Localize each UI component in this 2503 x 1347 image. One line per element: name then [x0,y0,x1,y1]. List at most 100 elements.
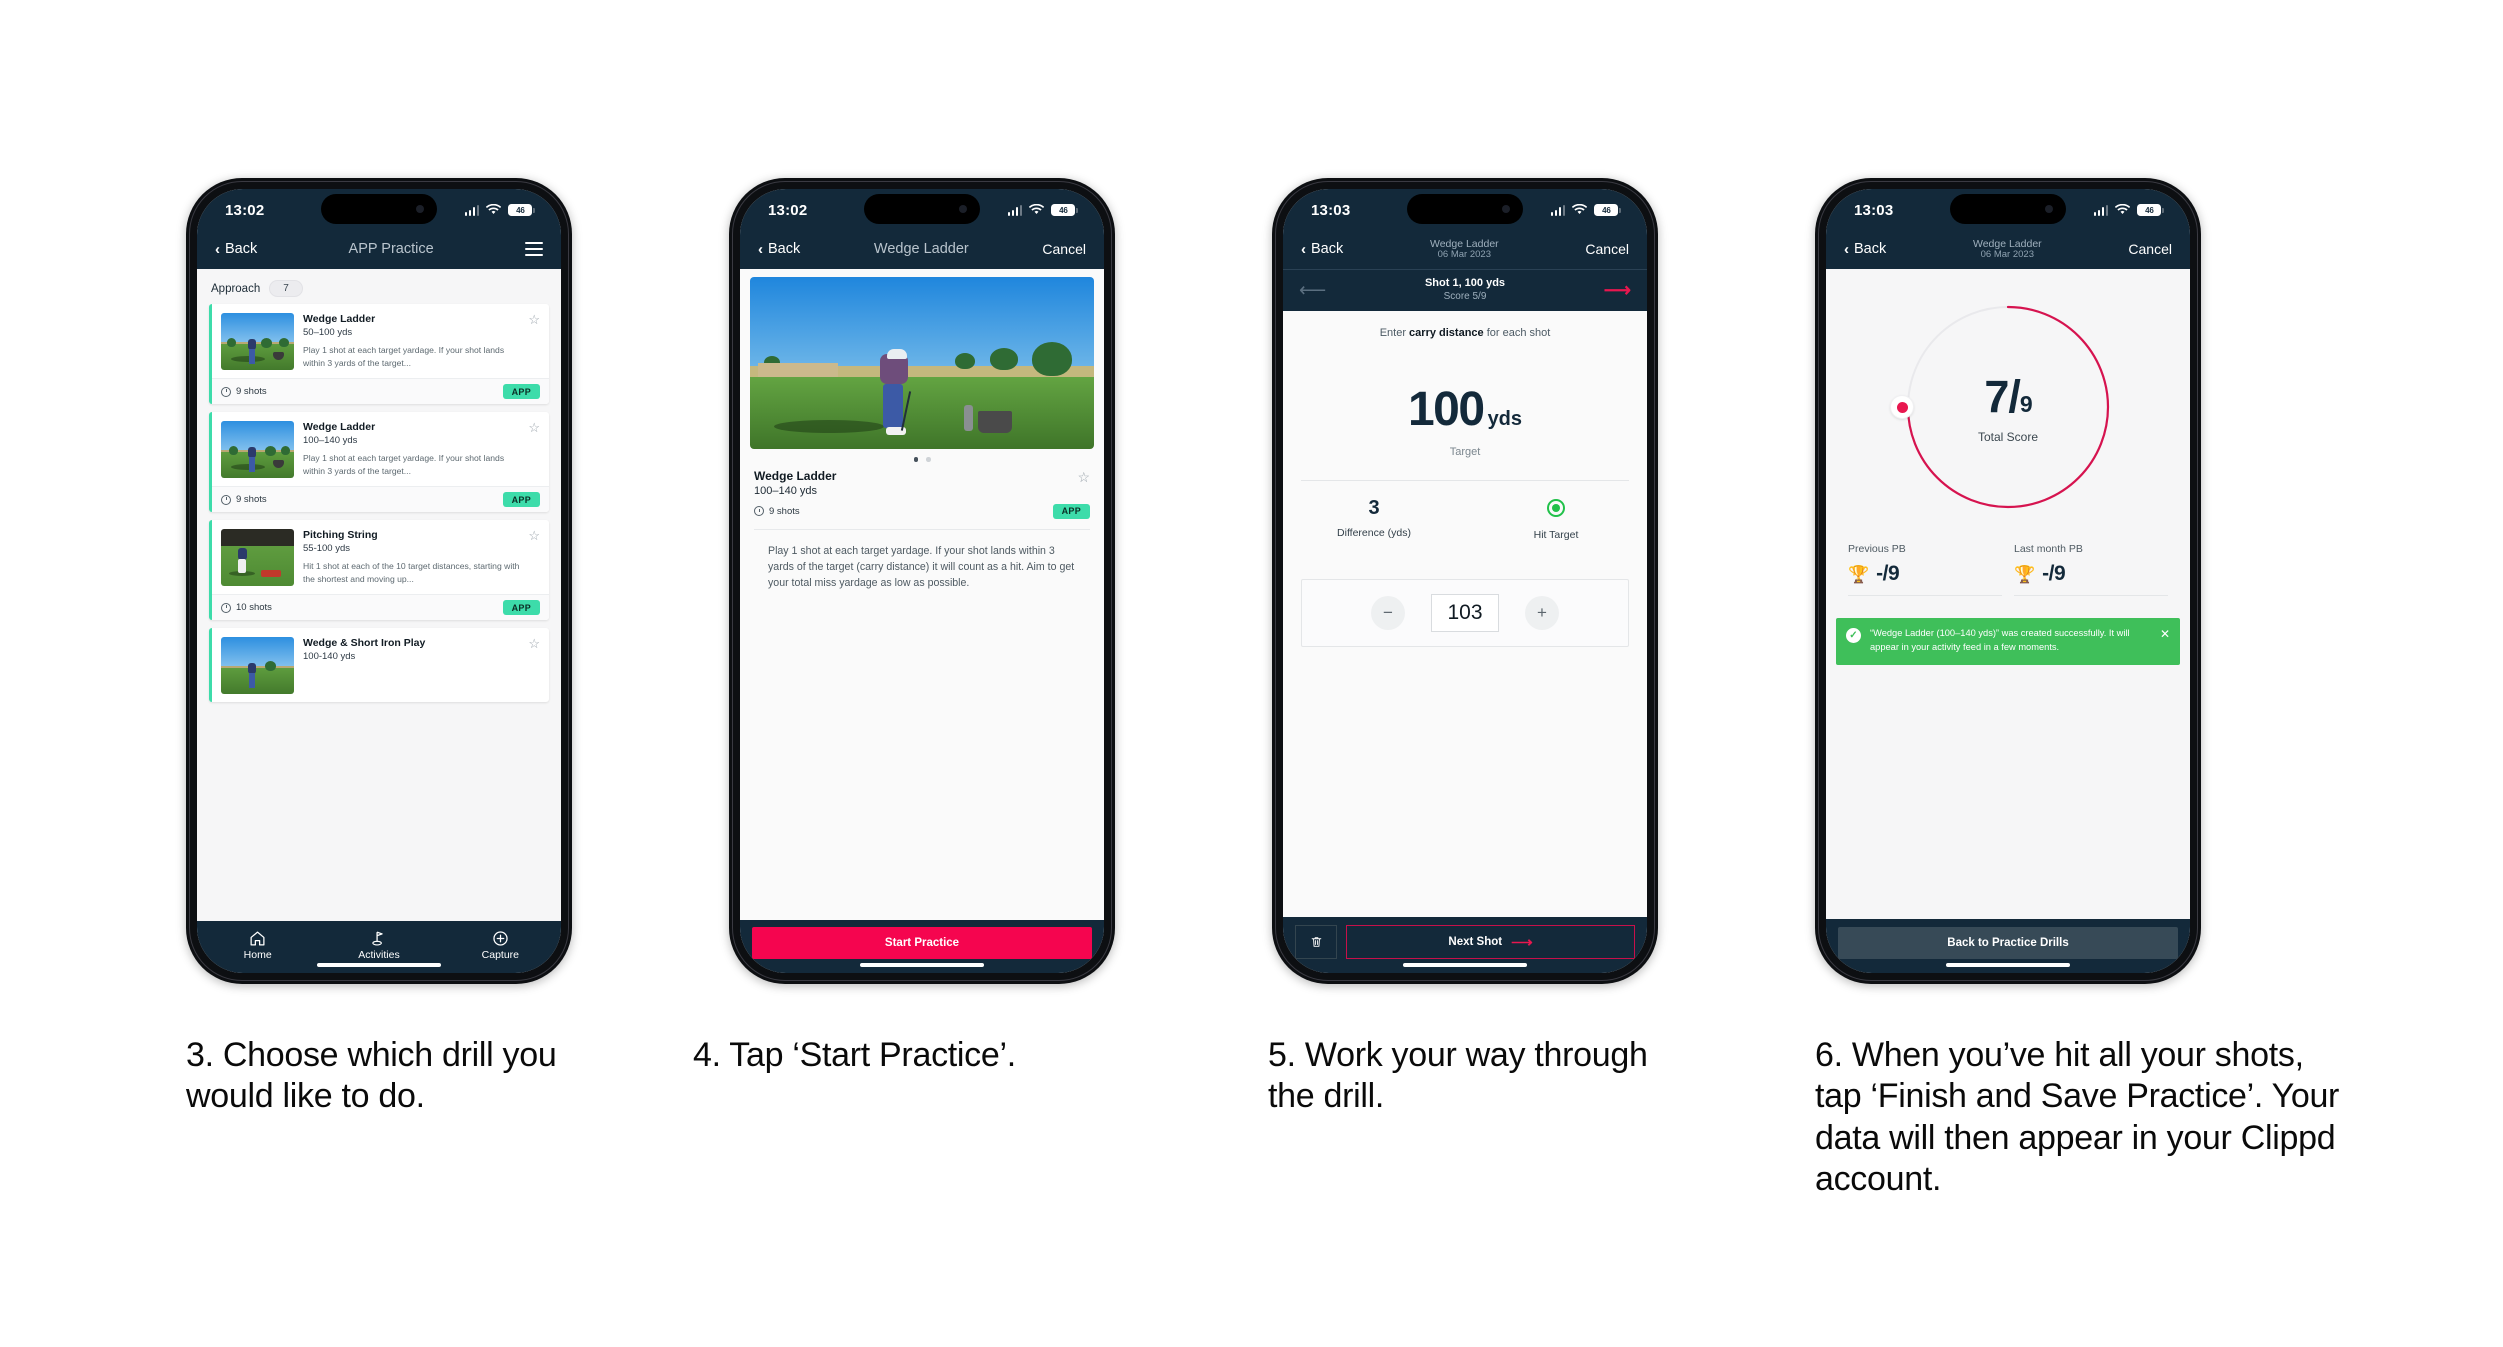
drill-header: Wedge Ladder 100–140 yds ☆ 9 shots APP [740,467,1104,519]
clock-icon [221,386,231,397]
phone2-footer: Start Practice [740,920,1104,973]
cancel-button-3[interactable]: Cancel [1585,241,1629,257]
total-score-gauge: 7/9 Total Score [1891,299,2116,515]
previous-shot-arrow-icon[interactable]: ⟵ [1299,281,1326,300]
divider [2014,595,2168,596]
drill-title: Wedge Ladder [303,313,376,325]
phone4-nav-bar: ‹ Back Wedge Ladder 06 Mar 2023 Cancel [1826,229,2190,269]
cancel-button-2[interactable]: Cancel [1042,241,1086,257]
battery-level: 46 [2137,203,2162,217]
drill-description: Play 1 shot at each target yardage. If y… [303,453,505,476]
delete-shot-button[interactable] [1295,925,1337,959]
shots-label: 9 shots [769,505,800,517]
filter-count-chip[interactable]: 7 [269,280,303,297]
drill-yardage: 100–140 yds [303,435,358,447]
drill-name: Wedge Ladder [1972,237,2042,250]
clock-icon [221,494,231,505]
target-unit: yds [1487,408,1523,430]
phone1-body: Approach 7 Wedge Ladder 50–100 yds Play … [197,269,561,921]
favorite-star-icon[interactable]: ☆ [528,421,540,434]
status-time: 13:02 [768,201,808,219]
phone4-status-bar: 13:03 46 [1826,189,2190,229]
back-to-practice-drills-button[interactable]: Back to Practice Drills [1838,927,2178,959]
carousel-dots[interactable] [740,449,1104,467]
previous-pb-label: Previous PB [1848,543,1906,555]
entry-hint: Enter carry distance for each shot [1283,311,1647,339]
hamburger-icon[interactable] [524,242,543,256]
drill-yardage: 50–100 yds [303,327,353,339]
shots-label: 9 shots [236,494,267,505]
status-time: 13:02 [225,201,265,219]
start-practice-button[interactable]: Start Practice [752,927,1092,959]
camera-icon [1502,205,1510,213]
chevron-left-icon: ‹ [1301,240,1306,258]
battery-level: 46 [1594,203,1619,217]
personal-best-row: Previous PB 🏆 -/9 Last month PB 🏆 -/9 [1826,515,2190,596]
next-shot-button[interactable]: Next Shot ⟶ [1346,925,1635,959]
chevron-left-icon: ‹ [758,240,763,258]
carry-distance-input[interactable]: 103 [1431,594,1499,632]
carry-distance-stepper[interactable]: − 103 + [1301,579,1629,647]
phone2-screen: 13:02 46 ‹ Back Wedge Ladder Cancel Wedg… [740,189,1104,973]
decrement-button[interactable]: − [1371,596,1405,630]
drill-thumbnail [221,313,294,370]
drill-card[interactable]: Wedge & Short Iron Play 100-140 yds ☆ [209,628,549,702]
home-indicator [860,962,984,967]
next-shot-arrow-icon[interactable]: ⟶ [1604,281,1631,300]
difference-value: 3 [1368,497,1380,519]
last-month-pb-label: Last month PB [2014,543,2083,555]
favorite-star-icon[interactable]: ☆ [528,529,540,542]
shots-label: 9 shots [236,386,267,397]
cellular-signal-icon [1550,204,1566,216]
hint-post: for each shot [1483,327,1551,339]
category-badge: APP [1052,503,1090,519]
carousel-dot-active[interactable] [913,457,918,462]
gauge-center: 7/9 Total Score [1917,316,2099,498]
previous-pb: Previous PB 🏆 -/9 [1842,543,2008,596]
favorite-star-icon[interactable]: ☆ [528,637,540,650]
home-indicator [317,962,441,967]
back-button-2[interactable]: ‹ Back [758,241,800,257]
dynamic-island [321,194,437,224]
score-value-block: 7/9 [1984,370,2032,423]
status-time: 13:03 [1854,201,1894,219]
phone1-status-bar: 13:02 46 [197,189,561,229]
tutorial-screenshot-sheet: 13:02 46 ‹ Back APP Practice Approach 7 … [0,0,2503,1347]
score-separator: / [2008,370,2020,422]
gauge-knob-icon [1891,396,1913,418]
cellular-signal-icon [2093,204,2109,216]
back-button-1[interactable]: ‹ Back [215,241,257,257]
hint-pre: Enter [1379,327,1410,339]
current-score-label: Score 5/9 [1443,291,1487,303]
caption-step-5: 5. Work your way through the drill. [1268,1036,1648,1116]
cancel-button-4[interactable]: Cancel [2128,241,2172,257]
drill-title: Pitching String [303,529,378,541]
wifi-icon [1029,204,1045,215]
carousel-dot[interactable] [926,457,931,462]
drill-card[interactable]: Pitching String 55-100 yds Hit 1 shot at… [209,520,549,620]
drill-thumbnail [221,637,294,694]
filter-label: Approach [211,282,261,295]
cellular-signal-icon [1007,204,1023,216]
clock-icon [754,506,764,516]
close-icon[interactable]: ✕ [2160,628,2170,640]
next-shot-label: Next Shot [1448,936,1503,948]
favorite-star-icon[interactable]: ☆ [1077,469,1090,486]
cellular-signal-icon [464,204,480,216]
check-circle-icon: ✓ [1846,628,1861,643]
caption-step-4: 4. Tap ‘Start Practice’. [693,1036,1016,1074]
hit-target-label: Hit Target [1533,529,1579,541]
favorite-star-icon[interactable]: ☆ [528,313,540,326]
drill-yardage: 100-140 yds [303,651,356,663]
drill-card[interactable]: Wedge Ladder 50–100 yds Play 1 shot at e… [209,304,549,404]
plus-circle-icon [493,930,508,946]
increment-button[interactable]: + [1525,596,1559,630]
sidebar-item-capture[interactable]: Capture [440,930,561,961]
wifi-icon [2115,204,2131,215]
sidebar-item-home[interactable]: Home [197,930,318,961]
drill-card[interactable]: Wedge Ladder 100–140 yds Play 1 shot at … [209,412,549,512]
back-button-3[interactable]: ‹ Back [1301,241,1343,257]
category-badge: APP [502,492,540,507]
back-button-4[interactable]: ‹ Back [1844,241,1886,257]
sidebar-item-activities[interactable]: Activities [318,930,439,961]
